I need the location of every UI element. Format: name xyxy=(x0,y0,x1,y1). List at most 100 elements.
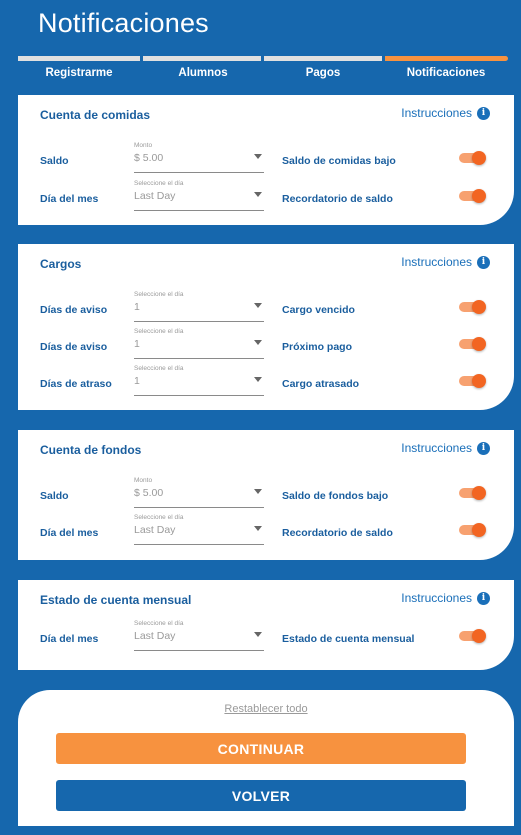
day-select[interactable]: Seleccione el día Last Day xyxy=(134,620,264,651)
progress-step-3 xyxy=(264,56,382,61)
field-caption: Seleccione el día xyxy=(134,620,184,627)
field-caption: Monto xyxy=(134,477,153,484)
stepper: Registrarme Alumnos Pagos Notificaciones xyxy=(0,67,521,87)
instructions-label: Instrucciones xyxy=(401,591,472,605)
setting-row: Días de aviso Seleccione el día 1 Próxim… xyxy=(18,328,514,359)
field-value: 1 xyxy=(134,375,140,387)
reset-all-link[interactable]: Restablecer todo xyxy=(18,703,514,715)
field-caption: Seleccione el día xyxy=(134,291,184,298)
field-value: 1 xyxy=(134,301,140,313)
toggle-label: Próximo pago xyxy=(282,341,353,353)
caret-down-icon xyxy=(254,340,262,345)
charges-card: Cargos Instrucciones i Días de aviso Sel… xyxy=(18,244,514,410)
amount-select[interactable]: Monto $ 5.00 xyxy=(134,142,264,173)
field-caption: Monto xyxy=(134,142,153,149)
action-panel: Restablecer todo CONTINUAR VOLVER xyxy=(18,690,514,826)
progress-step-4 xyxy=(385,56,508,61)
step-registrarme[interactable]: Registrarme xyxy=(14,67,144,79)
app-title: Notificaciones xyxy=(38,8,209,38)
caret-down-icon xyxy=(254,303,262,308)
setting-row: Día del mes Seleccione el día Last Day R… xyxy=(18,180,514,211)
caret-down-icon xyxy=(254,377,262,382)
monthly-statement-toggle[interactable] xyxy=(459,629,486,643)
toggle-label: Recordatorio de saldo xyxy=(282,527,393,539)
meals-account-card: Cuenta de comidas Instrucciones i Saldo … xyxy=(18,95,514,225)
instructions-label: Instrucciones xyxy=(401,441,472,455)
continue-button[interactable]: CONTINUAR xyxy=(56,733,466,764)
day-select[interactable]: Seleccione el día 1 xyxy=(134,328,264,359)
upcoming-payment-toggle[interactable] xyxy=(459,337,486,351)
field-caption: Seleccione el día xyxy=(134,328,184,335)
funds-reminder-toggle[interactable] xyxy=(459,523,486,537)
toggle-knob xyxy=(472,189,486,203)
caret-down-icon xyxy=(254,489,262,494)
info-icon: i xyxy=(477,106,490,120)
toggle-label: Estado de cuenta mensual xyxy=(282,633,415,645)
setting-row: Saldo Monto $ 5.00 Saldo de comidas bajo xyxy=(18,142,514,173)
toggle-label: Saldo de fondos bajo xyxy=(282,490,389,502)
progress-step-2 xyxy=(143,56,261,61)
card-title: Cargos xyxy=(40,257,82,271)
toggle-label: Cargo vencido xyxy=(282,304,355,316)
field-value: Last Day xyxy=(134,190,176,202)
card-title: Estado de cuenta mensual xyxy=(40,593,192,607)
low-funds-balance-toggle[interactable] xyxy=(459,486,486,500)
day-select[interactable]: Seleccione el día 1 xyxy=(134,365,264,396)
toggle-knob xyxy=(472,337,486,351)
toggle-knob xyxy=(472,300,486,314)
overdue-charge-toggle[interactable] xyxy=(459,300,486,314)
instructions-link[interactable]: Instrucciones i xyxy=(401,255,490,269)
instructions-label: Instrucciones xyxy=(401,255,472,269)
low-meal-balance-toggle[interactable] xyxy=(459,151,486,165)
setting-row: Días de atraso Seleccione el día 1 Cargo… xyxy=(18,365,514,396)
back-button[interactable]: VOLVER xyxy=(56,780,466,811)
setting-row: Días de aviso Seleccione el día 1 Cargo … xyxy=(18,291,514,322)
instructions-link[interactable]: Instrucciones i xyxy=(401,441,490,455)
info-icon: i xyxy=(477,255,490,269)
field-value: Last Day xyxy=(134,630,176,642)
instructions-link[interactable]: Instrucciones i xyxy=(401,106,490,120)
monthly-statement-card: Estado de cuenta mensual Instrucciones i… xyxy=(18,580,514,670)
setting-row: Saldo Monto $ 5.00 Saldo de fondos bajo xyxy=(18,477,514,508)
info-icon: i xyxy=(477,591,490,605)
day-select[interactable]: Seleccione el día Last Day xyxy=(134,180,264,211)
field-value: $ 5.00 xyxy=(134,152,164,164)
info-icon: i xyxy=(477,441,490,455)
row-label: Día del mes xyxy=(40,633,99,645)
row-label: Días de atraso xyxy=(40,378,112,390)
progress-step-1 xyxy=(18,56,140,61)
step-pagos[interactable]: Pagos xyxy=(258,67,388,79)
row-label: Saldo xyxy=(40,155,69,167)
field-caption: Seleccione el día xyxy=(134,514,184,521)
funds-account-card: Cuenta de fondos Instrucciones i Saldo M… xyxy=(18,430,514,560)
row-label: Saldo xyxy=(40,490,69,502)
caret-down-icon xyxy=(254,192,262,197)
late-charge-toggle[interactable] xyxy=(459,374,486,388)
caret-down-icon xyxy=(254,526,262,531)
field-caption: Seleccione el día xyxy=(134,365,184,372)
balance-reminder-toggle[interactable] xyxy=(459,189,486,203)
step-notificaciones[interactable]: Notificaciones xyxy=(381,67,511,79)
caret-down-icon xyxy=(254,632,262,637)
toggle-label: Recordatorio de saldo xyxy=(282,193,393,205)
day-select[interactable]: Seleccione el día 1 xyxy=(134,291,264,322)
caret-down-icon xyxy=(254,154,262,159)
instructions-label: Instrucciones xyxy=(401,106,472,120)
step-alumnos[interactable]: Alumnos xyxy=(138,67,268,79)
toggle-knob xyxy=(472,486,486,500)
toggle-knob xyxy=(472,629,486,643)
toggle-knob xyxy=(472,374,486,388)
card-title: Cuenta de fondos xyxy=(40,443,142,457)
toggle-knob xyxy=(472,151,486,165)
toggle-label: Cargo atrasado xyxy=(282,378,360,390)
amount-select[interactable]: Monto $ 5.00 xyxy=(134,477,264,508)
row-label: Días de aviso xyxy=(40,304,108,316)
field-value: 1 xyxy=(134,338,140,350)
setting-row: Día del mes Seleccione el día Last Day E… xyxy=(18,620,514,651)
field-value: Last Day xyxy=(134,524,176,536)
row-label: Días de aviso xyxy=(40,341,108,353)
day-select[interactable]: Seleccione el día Last Day xyxy=(134,514,264,545)
toggle-label: Saldo de comidas bajo xyxy=(282,155,396,167)
instructions-link[interactable]: Instrucciones i xyxy=(401,591,490,605)
setting-row: Día del mes Seleccione el día Last Day R… xyxy=(18,514,514,545)
